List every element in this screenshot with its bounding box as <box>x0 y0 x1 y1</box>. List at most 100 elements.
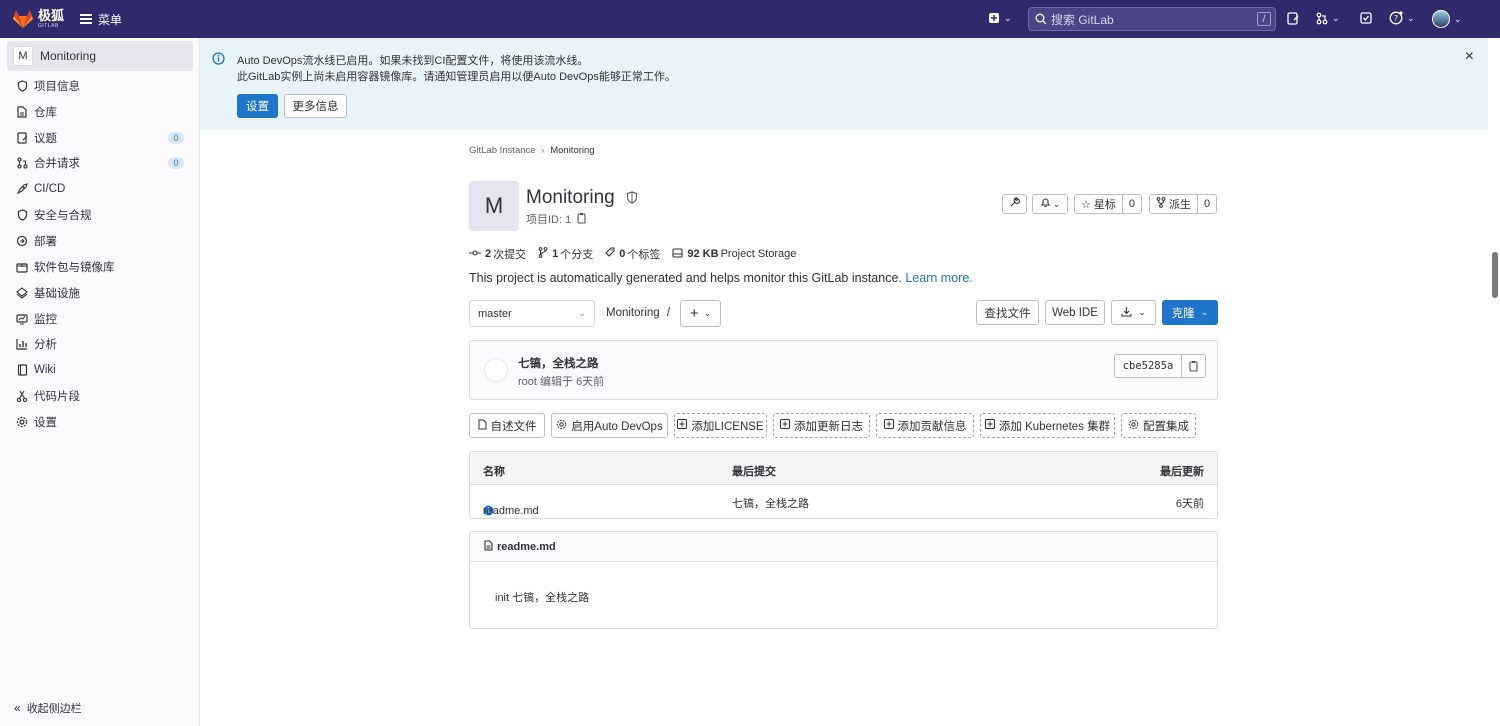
tags-count: 0 <box>619 248 626 260</box>
sidebar-item-issues[interactable]: 议题 0 <box>16 128 192 148</box>
copy-icon[interactable] <box>577 212 587 227</box>
learn-more-link[interactable]: Learn more. <box>905 271 972 285</box>
enable-auto-devops-button[interactable]: 启用Auto DevOps <box>551 413 668 438</box>
find-file-button[interactable]: 查找文件 <box>976 300 1039 325</box>
project-stats: 2 次提交 1 个分支 0 个标签 92 KB Project Storage <box>469 246 808 262</box>
help-icon: ? <box>1389 11 1403 25</box>
sidebar-item-merge-requests[interactable]: 合并请求 0 <box>16 153 192 173</box>
visibility-shield-icon <box>626 191 638 207</box>
add-license-button[interactable]: 添加LICENSE <box>674 413 767 438</box>
readme-filename-link[interactable]: readme.md <box>497 541 556 553</box>
commit-sha-link[interactable]: cbe5285a <box>1115 355 1182 377</box>
avatar <box>1432 10 1450 28</box>
plus-square-icon <box>984 419 995 432</box>
commits-stat[interactable]: 2 次提交 <box>469 246 526 262</box>
chevron-down-icon: ⌄ <box>1052 198 1061 209</box>
configure-integrations-button[interactable]: 配置集成 <box>1121 413 1196 438</box>
deploy-icon <box>16 235 28 247</box>
repo-path: Monitoring / <box>606 307 670 319</box>
sidebar-item-label: 监控 <box>34 314 57 326</box>
chevron-down-icon: ⌄ <box>703 308 712 318</box>
sidebar-item-settings[interactable]: 设置 <box>16 412 192 432</box>
breadcrumb-parent-link[interactable]: GitLab Instance <box>469 145 536 156</box>
collapse-sidebar-button[interactable]: « 收起侧边栏 <box>14 700 82 716</box>
commit-message-link[interactable]: 七镐，全栈之路 <box>518 355 599 371</box>
action-label: 配置集成 <box>1143 420 1189 433</box>
branch-name: master <box>478 307 512 320</box>
project-settings-button[interactable] <box>1002 194 1027 214</box>
sidebar-item-label: 软件包与镜像库 <box>34 262 115 274</box>
alert-line-1: Auto DevOps流水线已启用。如果未找到CI配置文件，将使用该流水线。 <box>237 55 589 67</box>
merge-requests-nav-button[interactable]: ⌄ <box>1316 12 1340 25</box>
add-kubernetes-cluster-button[interactable]: 添加 Kubernetes 集群 <box>980 413 1115 438</box>
copy-icon[interactable] <box>1182 360 1205 372</box>
brand-name: 极狐 <box>38 8 65 23</box>
fork-count[interactable]: 0 <box>1198 198 1216 210</box>
sidebar-item-security[interactable]: 安全与合规 <box>16 205 192 225</box>
sidebar-item-label: 分析 <box>34 339 57 351</box>
branches-stat[interactable]: 1 个分支 <box>538 246 593 262</box>
breadcrumb-current[interactable]: Monitoring <box>550 145 594 156</box>
plus-square-icon <box>883 419 894 432</box>
readme-action-button[interactable]: 自述文件 <box>469 413 545 438</box>
notification-dropdown[interactable]: ⌄ <box>1032 194 1068 214</box>
merge-request-icon <box>1316 12 1328 25</box>
table-row[interactable]: readme.md 七镐，全栈之路 6天前 <box>470 485 1217 518</box>
issues-nav-button[interactable] <box>1287 12 1299 25</box>
star-button[interactable]: ☆ 星标 0 <box>1074 194 1142 214</box>
sidebar-item-infrastructure[interactable]: 基础设施 <box>16 283 192 303</box>
sidebar-item-repository[interactable]: 仓库 <box>16 102 192 122</box>
alert-settings-button[interactable]: 设置 <box>237 94 278 118</box>
search-shortcut-hint: / <box>1257 12 1271 26</box>
close-icon[interactable]: × <box>1465 48 1474 66</box>
search-input[interactable]: 搜索 GitLab / <box>1028 7 1276 31</box>
clone-dropdown[interactable]: 克隆 ⌄ <box>1162 300 1218 325</box>
star-count[interactable]: 0 <box>1123 198 1141 210</box>
main-menu-button[interactable]: 菜单 <box>80 11 122 28</box>
tags-stat[interactable]: 0 个标签 <box>605 246 660 262</box>
branch-selector[interactable]: master ⌄ <box>469 300 595 327</box>
chart-icon <box>16 338 28 350</box>
sidebar-item-packages[interactable]: 软件包与镜像库 <box>16 257 192 277</box>
action-label: 添加贡献信息 <box>897 420 967 433</box>
todos-nav-button[interactable] <box>1360 12 1372 24</box>
readme-panel: readme.md init 七镐，全栈之路 <box>469 531 1218 629</box>
sidebar-item-monitor[interactable]: 监控 <box>16 309 192 329</box>
path-separator: / <box>666 307 671 319</box>
sidebar-item-snippets[interactable]: 代码片段 <box>16 386 192 406</box>
chevron-right-icon: › <box>541 146 545 155</box>
sidebar-item-wiki[interactable]: Wiki <box>16 360 192 380</box>
add-contributing-button[interactable]: 添加贡献信息 <box>876 413 974 438</box>
sidebar-item-label: 安全与合规 <box>34 210 92 222</box>
web-ide-button[interactable]: Web IDE <box>1045 300 1105 325</box>
column-header-last-commit: 最后提交 <box>732 466 776 478</box>
tags-label: 个标签 <box>627 249 661 261</box>
fork-label: 派生 <box>1169 199 1191 211</box>
last-commit-panel: 七镐，全栈之路 root 编辑于 6天前 cbe5285a <box>469 340 1218 400</box>
breadcrumb: GitLab Instance › Monitoring <box>469 145 595 156</box>
sidebar-context-header[interactable]: M Monitoring <box>7 41 193 71</box>
file-last-commit-link[interactable]: 七镐，全栈之路 <box>732 495 809 511</box>
issues-icon <box>1287 12 1299 25</box>
add-changelog-button[interactable]: 添加更新日志 <box>773 413 870 438</box>
storage-stat[interactable]: 92 KB Project Storage <box>672 247 796 261</box>
cloud-icon <box>16 287 28 299</box>
commits-count: 2 <box>485 248 492 260</box>
download-dropdown[interactable]: ⌄ <box>1111 300 1156 325</box>
branch-icon <box>538 247 548 261</box>
new-item-dropdown[interactable]: ⌄ <box>988 12 1012 24</box>
sidebar-item-label: 合并请求 <box>34 158 80 170</box>
alert-more-info-button[interactable]: 更多信息 <box>284 94 347 118</box>
repo-path-root[interactable]: Monitoring <box>606 307 660 319</box>
sidebar-item-deployments[interactable]: 部署 <box>16 231 192 251</box>
help-dropdown[interactable]: ? ⌄ <box>1389 11 1415 25</box>
user-menu-dropdown[interactable]: ⌄ <box>1432 10 1462 28</box>
add-to-tree-dropdown[interactable]: + ⌄ <box>680 300 721 327</box>
sidebar-item-project-info[interactable]: 项目信息 <box>16 76 192 96</box>
sidebar-item-cicd[interactable]: CI/CD <box>16 179 192 199</box>
page-scrollbar[interactable] <box>1492 252 1498 298</box>
sidebar-item-analytics[interactable]: 分析 <box>16 334 192 354</box>
brand-logo[interactable]: 极狐 GITLAB <box>12 9 64 29</box>
info-circle-icon <box>212 52 225 68</box>
fork-button[interactable]: 派生 0 <box>1149 194 1218 214</box>
